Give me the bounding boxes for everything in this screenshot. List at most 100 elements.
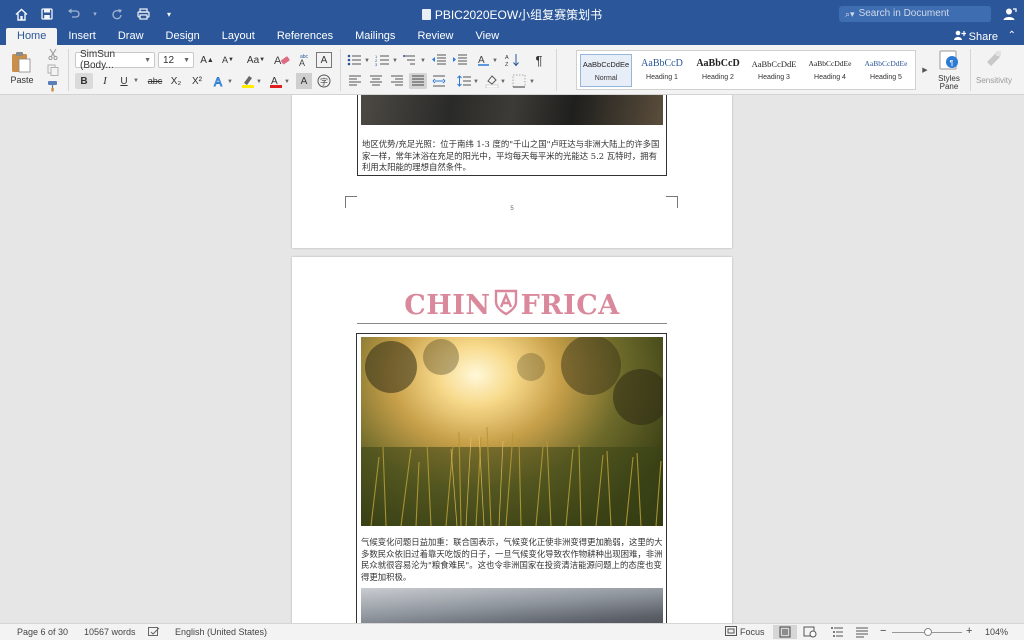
sort-icon[interactable]: AZ (504, 52, 522, 68)
shading-icon[interactable]: ▼ (484, 73, 508, 89)
borders-icon[interactable]: ▼ (511, 73, 537, 89)
word-count[interactable]: 10567 words (84, 627, 136, 637)
page-6[interactable]: CHIN FRICA 气候变化问题日益加重：联合国表示，气候变化正使非洲变得更加… (292, 257, 732, 623)
phonetic-guide-icon[interactable]: abc A (294, 52, 312, 68)
svg-text:▼: ▼ (392, 58, 398, 64)
print-icon[interactable] (136, 7, 150, 21)
page-count[interactable]: Page 6 of 30 (17, 627, 68, 637)
copy-icon[interactable] (46, 63, 60, 77)
style-normal[interactable]: AaBbCcDdEe Normal (580, 54, 632, 87)
text-effects-icon[interactable]: A ▼ (212, 73, 236, 89)
style-heading-5[interactable]: AaBbCcDdEe Heading 5 (860, 54, 912, 87)
subscript-button[interactable]: X₂ (167, 73, 185, 89)
numbering-icon[interactable]: 1 2 3 ▼ (374, 52, 400, 68)
bold-button[interactable]: B (75, 73, 93, 89)
enclose-characters-icon[interactable]: 字 (316, 73, 332, 89)
superscript-button[interactable]: X² (188, 73, 206, 89)
proofing-icon[interactable] (148, 627, 160, 639)
undo-dropdown-icon[interactable]: ▾ (92, 7, 98, 21)
ribbon: Paste SimSun (Body... ▼ 12 ▼ A ▲ A ▼ Aa ▼ A a… (0, 45, 1024, 95)
character-border-icon[interactable]: A (316, 52, 332, 68)
document-area[interactable]: 地区优势/充足光照：位于南纬 1-3 度的"千山之国"卢旺达与非洲大陆上的许多国… (0, 95, 1024, 623)
underline-dropdown-icon[interactable]: ▼ (132, 73, 140, 89)
styles-pane-icon[interactable]: ¶ (936, 49, 962, 71)
style-heading-2[interactable]: AaBbCcD Heading 2 (692, 54, 744, 87)
styles-more-icon[interactable]: ▶ (920, 63, 930, 77)
grow-font-icon[interactable]: A ▲ (198, 52, 216, 68)
distributed-icon[interactable] (430, 73, 448, 89)
tab-insert[interactable]: Insert (57, 28, 107, 45)
clear-formatting-icon[interactable]: A (273, 52, 291, 68)
line-spacing-icon[interactable]: ▼ (456, 73, 480, 89)
print-layout-icon[interactable] (773, 625, 797, 639)
align-left-icon[interactable] (346, 73, 364, 89)
redo-icon[interactable] (110, 7, 124, 21)
chevron-down-icon: ▼ (183, 56, 190, 64)
styles-pane-label: Styles Pane (938, 74, 960, 91)
increase-indent-icon[interactable] (451, 52, 469, 68)
format-painter-icon[interactable] (46, 79, 60, 93)
style-heading-1[interactable]: AaBbCcD Heading 1 (636, 54, 688, 87)
italic-button[interactable]: I (96, 73, 114, 89)
paste-icon[interactable] (8, 49, 34, 75)
style-heading-3[interactable]: AaBbCcDdE Heading 3 (748, 54, 800, 87)
search-input[interactable]: ⌕▾ Search in Document (839, 6, 991, 22)
zoom-out-button[interactable]: − (880, 625, 886, 637)
svg-text:Z: Z (505, 62, 509, 67)
tab-mailings[interactable]: Mailings (344, 28, 406, 45)
tab-references[interactable]: References (266, 28, 344, 45)
undo-icon[interactable] (66, 7, 80, 21)
sensitivity-icon[interactable] (982, 49, 1006, 69)
home-icon[interactable] (14, 7, 28, 21)
font-color-icon[interactable]: A ▼ (268, 73, 292, 89)
tab-review[interactable]: Review (406, 28, 464, 45)
zoom-slider-thumb[interactable] (924, 628, 932, 636)
zoom-in-button[interactable]: + (966, 625, 972, 637)
customize-toolbar-icon[interactable]: ▾ (162, 7, 176, 21)
draft-view-icon[interactable] (855, 626, 869, 640)
tab-view[interactable]: View (465, 28, 511, 45)
style-preview: AaBbCcD (696, 58, 740, 69)
underline-button[interactable]: U (117, 73, 131, 89)
svg-text:字: 字 (320, 77, 328, 87)
share-button[interactable]: Share (953, 30, 998, 43)
search-placeholder: Search in Document (858, 8, 950, 19)
tab-design[interactable]: Design (155, 28, 211, 45)
justify-icon[interactable] (409, 73, 427, 89)
cut-icon[interactable] (46, 47, 60, 61)
align-center-icon[interactable] (367, 73, 385, 89)
strikethrough-button[interactable]: abc (145, 73, 165, 89)
align-right-icon[interactable] (388, 73, 406, 89)
style-name: Heading 2 (702, 74, 734, 81)
account-icon[interactable] (1003, 7, 1017, 21)
show-formatting-marks-icon[interactable]: ¶ (530, 52, 548, 68)
svg-text:▼: ▼ (473, 79, 479, 85)
solar-panel-image (361, 95, 663, 125)
page-5[interactable]: 地区优势/充足光照：位于南纬 1-3 度的"千山之国"卢旺达与非洲大陆上的许多国… (292, 95, 732, 248)
logo-text-right: FRICA (520, 289, 620, 321)
tab-layout[interactable]: Layout (211, 28, 266, 45)
change-case-icon[interactable]: Aa ▼ (244, 52, 268, 68)
collapse-ribbon-icon[interactable]: ⌃ (1008, 30, 1016, 41)
font-name-dropdown[interactable]: SimSun (Body... ▼ (75, 49, 155, 71)
bullets-icon[interactable]: ▼ (346, 52, 372, 68)
font-size-dropdown[interactable]: 12 ▼ (158, 52, 194, 68)
style-heading-4[interactable]: AaBbCcDdEe Heading 4 (804, 54, 856, 87)
tab-draw[interactable]: Draw (107, 28, 155, 45)
language[interactable]: English (United States) (175, 627, 267, 637)
shrink-font-icon[interactable]: A ▼ (219, 52, 237, 68)
asian-layout-icon[interactable]: A ▼ (476, 52, 500, 68)
decrease-indent-icon[interactable] (430, 52, 448, 68)
character-shading-icon[interactable]: A (296, 73, 312, 89)
zoom-level[interactable]: 104% (985, 627, 1008, 637)
focus-label[interactable]: Focus (740, 627, 765, 637)
style-preview: AaBbCcDdEe (582, 60, 630, 69)
svg-text:A: A (214, 75, 222, 88)
web-layout-icon[interactable] (803, 626, 817, 640)
outline-view-icon[interactable] (830, 626, 844, 640)
multilevel-list-icon[interactable]: ▼ (402, 52, 428, 68)
save-icon[interactable] (40, 7, 54, 21)
tab-home[interactable]: Home (6, 28, 58, 45)
focus-icon[interactable] (725, 626, 737, 638)
highlight-icon[interactable]: ▼ (240, 73, 264, 89)
